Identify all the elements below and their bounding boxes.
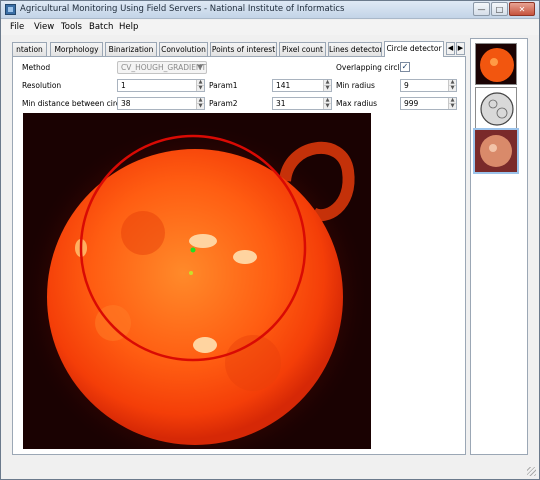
resolution-value: 1 (121, 81, 126, 90)
tab-strip: ntation Morphology Binarization Convolut… (12, 41, 467, 57)
method-select[interactable]: CV_HOUGH_GRADIENT ▼ (117, 61, 207, 74)
thumbnail-sun-pink[interactable] (473, 128, 519, 174)
min-distance-spinbox[interactable]: 38 ▲ ▼ (117, 97, 205, 110)
spin-down-icon[interactable]: ▼ (197, 85, 204, 91)
min-distance-stepper: ▲ ▼ (196, 98, 204, 109)
sun-image (23, 122, 370, 449)
min-radius-label: Min radius (336, 81, 375, 90)
min-distance-value: 38 (121, 99, 131, 108)
resolution-spinbox[interactable]: 1 ▲ ▼ (117, 79, 205, 92)
method-value: CV_HOUGH_GRADIENT (121, 63, 207, 72)
menu-tools[interactable]: Tools (61, 22, 82, 32)
app-window: Agricultural Monitoring Using Field Serv… (0, 0, 540, 480)
overlapping-circles-label: Overlapping circles (336, 63, 409, 72)
maximize-button[interactable]: □ (491, 2, 508, 16)
title-bar[interactable]: Agricultural Monitoring Using Field Serv… (1, 1, 539, 19)
max-radius-spinbox[interactable]: 999 ▲ ▼ (400, 97, 457, 110)
tab-scroll-right-button[interactable]: ▶ (456, 42, 465, 55)
menu-batch[interactable]: Batch (89, 22, 113, 32)
param2-value: 31 (276, 99, 286, 108)
app-icon (5, 4, 16, 15)
param1-spinbox[interactable]: 141 ▲ ▼ (272, 79, 332, 92)
close-button[interactable]: ✕ (509, 2, 535, 16)
sun-thumbnail-image (476, 44, 516, 84)
max-radius-value: 999 (404, 99, 419, 108)
tab-lines-detector[interactable]: Lines detector (328, 42, 382, 56)
result-image-view[interactable] (23, 113, 371, 449)
tab-pixel-count[interactable]: Pixel count (279, 42, 326, 56)
spin-down-icon[interactable]: ▼ (449, 103, 456, 109)
spin-down-icon[interactable]: ▼ (324, 85, 331, 91)
tab-binarization[interactable]: Binarization (105, 42, 157, 56)
min-radius-value: 9 (404, 81, 409, 90)
status-bar (1, 459, 539, 479)
overlapping-circles-checkbox[interactable]: ✓ (400, 62, 410, 72)
spin-down-icon[interactable]: ▼ (324, 103, 331, 109)
menu-file[interactable]: File (10, 22, 24, 32)
param2-stepper: ▲ ▼ (323, 98, 331, 109)
circle-center-marker (189, 271, 193, 275)
window-controls: — □ ✕ (473, 2, 535, 16)
menu-bar: File View Tools Batch Help (1, 20, 539, 35)
resolution-stepper: ▲ ▼ (196, 80, 204, 91)
thumbnail-sun-sketch[interactable] (475, 87, 517, 129)
min-distance-label: Min distance between circles (22, 99, 131, 108)
param2-label: Param2 (209, 99, 238, 108)
max-radius-label: Max radius (336, 99, 378, 108)
thumbnail-sun-orange[interactable] (475, 43, 517, 85)
spin-down-icon[interactable]: ▼ (197, 103, 204, 109)
circle-detector-panel: Method CV_HOUGH_GRADIENT ▼ Overlapping c… (12, 56, 466, 455)
tab-points-of-interest[interactable]: Points of interest (210, 42, 277, 56)
min-radius-stepper: ▲ ▼ (448, 80, 456, 91)
chevron-down-icon: ▼ (197, 63, 203, 71)
method-label: Method (22, 63, 51, 72)
param2-spinbox[interactable]: 31 ▲ ▼ (272, 97, 332, 110)
circle-center-marker (190, 247, 196, 253)
param1-stepper: ▲ ▼ (323, 80, 331, 91)
sun-pink-thumbnail-image (475, 130, 517, 172)
menu-view[interactable]: View (34, 22, 54, 32)
tab-convolution[interactable]: Convolution (159, 42, 208, 56)
tab-scroll-left-button[interactable]: ◀ (446, 42, 455, 55)
menu-help[interactable]: Help (119, 22, 138, 32)
image-thumbnail-list (470, 38, 528, 455)
tab-circle-detector[interactable]: Circle detector (384, 41, 444, 57)
window-title: Agricultural Monitoring Using Field Serv… (20, 4, 345, 14)
minimize-button[interactable]: — (473, 2, 490, 16)
tab-segmentation[interactable]: ntation (12, 42, 47, 56)
resolution-label: Resolution (22, 81, 62, 90)
param1-label: Param1 (209, 81, 238, 90)
max-radius-stepper: ▲ ▼ (448, 98, 456, 109)
min-radius-spinbox[interactable]: 9 ▲ ▼ (400, 79, 457, 92)
param1-value: 141 (276, 81, 291, 90)
tab-morphology[interactable]: Morphology (50, 42, 103, 56)
resize-grip-icon[interactable] (527, 467, 536, 476)
sun-sketch-thumbnail-image (476, 88, 516, 128)
spin-down-icon[interactable]: ▼ (449, 85, 456, 91)
